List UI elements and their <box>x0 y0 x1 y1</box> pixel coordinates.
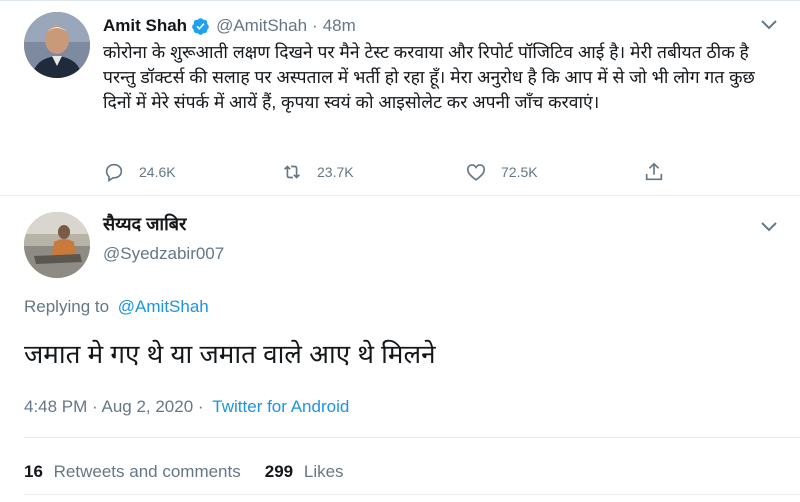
share-button[interactable] <box>643 160 665 184</box>
likes-stat-count: 299 <box>264 462 294 481</box>
divider <box>24 494 800 495</box>
retweet-icon <box>284 165 300 179</box>
reply-avatar[interactable] <box>24 212 90 278</box>
retweet-button[interactable]: 23.7K <box>281 160 354 184</box>
retweets-stat-count: 16 <box>24 462 43 481</box>
parent-actions: 24.6K 23.7K 72.5K <box>103 160 683 184</box>
retweets-stat[interactable]: 16 Retweets and comments <box>24 462 241 482</box>
tweet-source-link[interactable]: Twitter for Android <box>212 397 349 416</box>
parent-avatar[interactable] <box>24 12 90 78</box>
reply-handle[interactable]: @Syedzabir007 <box>103 244 224 264</box>
reply-icon <box>105 163 123 182</box>
parent-tweet[interactable]: Amit Shah @AmitShah · 48m कोरोना के शुरू… <box>0 0 800 196</box>
parent-author-name[interactable]: Amit Shah <box>103 16 187 36</box>
parent-header: Amit Shah @AmitShah · 48m <box>103 14 356 38</box>
header-separator: · <box>312 16 318 35</box>
replying-prefix: Replying to <box>24 297 110 316</box>
likes-stat-label: Likes <box>303 462 344 481</box>
reply-button[interactable]: 24.6K <box>103 160 176 184</box>
like-icon <box>466 164 486 181</box>
tweet-stats: 16 Retweets and comments 299 Likes <box>24 462 344 482</box>
parent-tweet-text: कोरोना के शुरूआती लक्षण दिखने पर मैने टे… <box>103 42 755 112</box>
chevron-down-icon[interactable] <box>760 220 778 234</box>
share-icon <box>645 162 663 181</box>
divider <box>24 437 800 438</box>
reply-author-name[interactable]: सैय्यद जाबिर <box>103 212 186 236</box>
like-count: 72.5K <box>501 164 538 180</box>
parent-time[interactable]: 48m <box>323 16 356 36</box>
parent-handle[interactable]: @AmitShah <box>216 16 307 36</box>
replying-to: Replying to @AmitShah <box>24 297 209 317</box>
chevron-down-icon[interactable] <box>760 18 778 32</box>
replying-to-link[interactable]: @AmitShah <box>118 297 209 316</box>
verified-icon <box>191 17 210 36</box>
retweets-stat-label: Retweets and comments <box>53 462 241 481</box>
like-button[interactable]: 72.5K <box>465 160 538 184</box>
reply-count: 24.6K <box>139 164 176 180</box>
tweet-meta: 4:48 PM · Aug 2, 2020 · Twitter for Andr… <box>24 397 349 417</box>
likes-stat[interactable]: 299 Likes <box>265 462 344 482</box>
retweet-count: 23.7K <box>317 164 354 180</box>
reply-tweet-text: जमात मे गए थे या जमात वाले आए थे मिलने <box>24 339 436 369</box>
tweet-timestamp[interactable]: 4:48 PM · Aug 2, 2020 · <box>24 397 204 416</box>
